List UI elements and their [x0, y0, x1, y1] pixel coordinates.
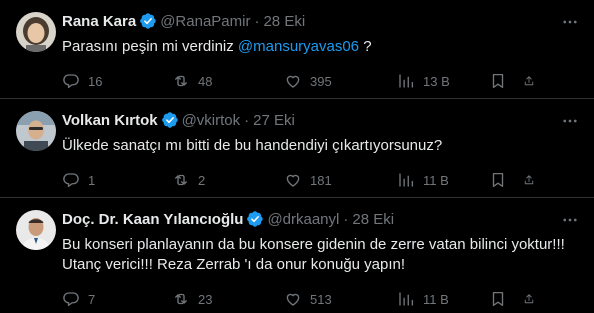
reply-count: 1: [88, 172, 96, 188]
more-icon: [561, 211, 579, 229]
bookmark-button[interactable]: [489, 171, 523, 189]
author-name[interactable]: Volkan Kırtok: [62, 112, 158, 129]
share-button[interactable]: [523, 72, 543, 90]
tweet-text-line: Bu konseri planlayanın da bu konsere gid…: [62, 236, 565, 253]
like-count: 395: [310, 73, 332, 89]
reply-button[interactable]: 16: [62, 72, 172, 90]
verified-badge-icon: [139, 12, 157, 30]
more-button[interactable]: [560, 210, 580, 230]
tweet-text: Parasını peşin mi verdiniz @mansuryavas0…: [62, 37, 578, 57]
tweet-text-part: ?: [359, 38, 372, 55]
retweet-icon: [172, 171, 190, 189]
views-icon: [397, 290, 415, 308]
like-icon: [284, 72, 302, 90]
share-icon: [523, 171, 535, 189]
share-button[interactable]: [523, 171, 543, 189]
bookmark-icon: [489, 171, 507, 189]
tweet-actions: 16 48 395 13 B: [62, 71, 578, 91]
views-button[interactable]: 11 B: [397, 171, 489, 189]
bookmark-icon: [489, 72, 507, 90]
verified-badge-icon: [246, 210, 264, 228]
retweet-count: 23: [198, 291, 213, 307]
bookmark-icon: [489, 290, 507, 308]
more-button[interactable]: [560, 111, 580, 131]
avatar[interactable]: [16, 111, 56, 151]
avatar[interactable]: [16, 12, 56, 52]
tweet-text-part: Parasını peşin mi verdiniz: [62, 38, 238, 55]
retweet-count: 2: [198, 172, 206, 188]
view-count: 11 B: [423, 291, 449, 307]
author-name[interactable]: Rana Kara: [62, 13, 136, 30]
author-name[interactable]: Doç. Dr. Kaan Yılancıoğlu: [62, 211, 243, 228]
avatar[interactable]: [16, 210, 56, 250]
retweet-button[interactable]: 23: [172, 290, 284, 308]
verified-badge-icon: [161, 111, 179, 129]
tweet-actions: 1 2 181 11 B: [62, 170, 578, 190]
view-count: 13 B: [423, 73, 450, 89]
tweet-actions: 7 23 513 11 B: [62, 289, 578, 309]
like-count: 181: [310, 172, 332, 188]
views-icon: [397, 72, 415, 90]
tweet-header: Volkan Kırtok @vkirtok · 27 Eki: [62, 110, 578, 130]
views-button[interactable]: 13 B: [397, 72, 489, 90]
share-button[interactable]: [523, 290, 543, 308]
reply-button[interactable]: 7: [62, 290, 172, 308]
reply-count: 16: [88, 73, 103, 89]
reply-icon: [62, 171, 80, 189]
share-icon: [523, 290, 535, 308]
retweet-icon: [172, 290, 190, 308]
like-button[interactable]: 181: [284, 171, 397, 189]
tweet[interactable]: Rana Kara @RanaPamir · 28 Eki Parasını p…: [0, 0, 594, 99]
views-button[interactable]: 11 B: [397, 290, 489, 308]
reply-button[interactable]: 1: [62, 171, 172, 189]
author-handle[interactable]: @vkirtok: [182, 112, 241, 129]
tweet-date[interactable]: 27 Eki: [253, 112, 295, 129]
separator-dot: ·: [254, 12, 260, 30]
tweet-header: Doç. Dr. Kaan Yılancıoğlu @drkaanyl · 28…: [62, 209, 578, 229]
like-count: 513: [310, 291, 332, 307]
like-icon: [284, 171, 302, 189]
reply-count: 7: [88, 291, 96, 307]
like-icon: [284, 290, 302, 308]
more-icon: [561, 13, 579, 31]
retweet-button[interactable]: 2: [172, 171, 284, 189]
like-button[interactable]: 513: [284, 290, 397, 308]
tweet-feed: Rana Kara @RanaPamir · 28 Eki Parasını p…: [0, 0, 594, 313]
tweet[interactable]: Doç. Dr. Kaan Yılancıoğlu @drkaanyl · 28…: [0, 198, 594, 313]
share-icon: [523, 72, 535, 90]
retweet-count: 48: [198, 73, 213, 89]
retweet-icon: [172, 72, 190, 90]
mention-link[interactable]: @mansuryavas06: [238, 38, 359, 55]
more-button[interactable]: [560, 12, 580, 32]
bookmark-button[interactable]: [489, 72, 523, 90]
tweet[interactable]: Volkan Kırtok @vkirtok · 27 Eki Ülkede s…: [0, 99, 594, 198]
tweet-date[interactable]: 28 Eki: [352, 211, 394, 228]
author-handle[interactable]: @RanaPamir: [160, 13, 250, 30]
tweet-date[interactable]: 28 Eki: [263, 13, 305, 30]
author-handle[interactable]: @drkaanyl: [267, 211, 339, 228]
reply-icon: [62, 290, 80, 308]
tweet-text-line: Utanç verici!!! Reza Zerrab 'ı da onur k…: [62, 256, 406, 273]
bookmark-button[interactable]: [489, 290, 523, 308]
separator-dot: ·: [343, 210, 349, 228]
view-count: 11 B: [423, 172, 449, 188]
tweet-text: Ülkede sanatçı mı bitti de bu handendiyi…: [62, 137, 443, 154]
views-icon: [397, 171, 415, 189]
like-button[interactable]: 395: [284, 72, 397, 90]
tweet-text: Bu konseri planlayanın da bu konsere gid…: [62, 235, 578, 275]
more-icon: [561, 112, 579, 130]
tweet-header: Rana Kara @RanaPamir · 28 Eki: [62, 11, 578, 31]
retweet-button[interactable]: 48: [172, 72, 284, 90]
reply-icon: [62, 72, 80, 90]
separator-dot: ·: [244, 111, 250, 129]
